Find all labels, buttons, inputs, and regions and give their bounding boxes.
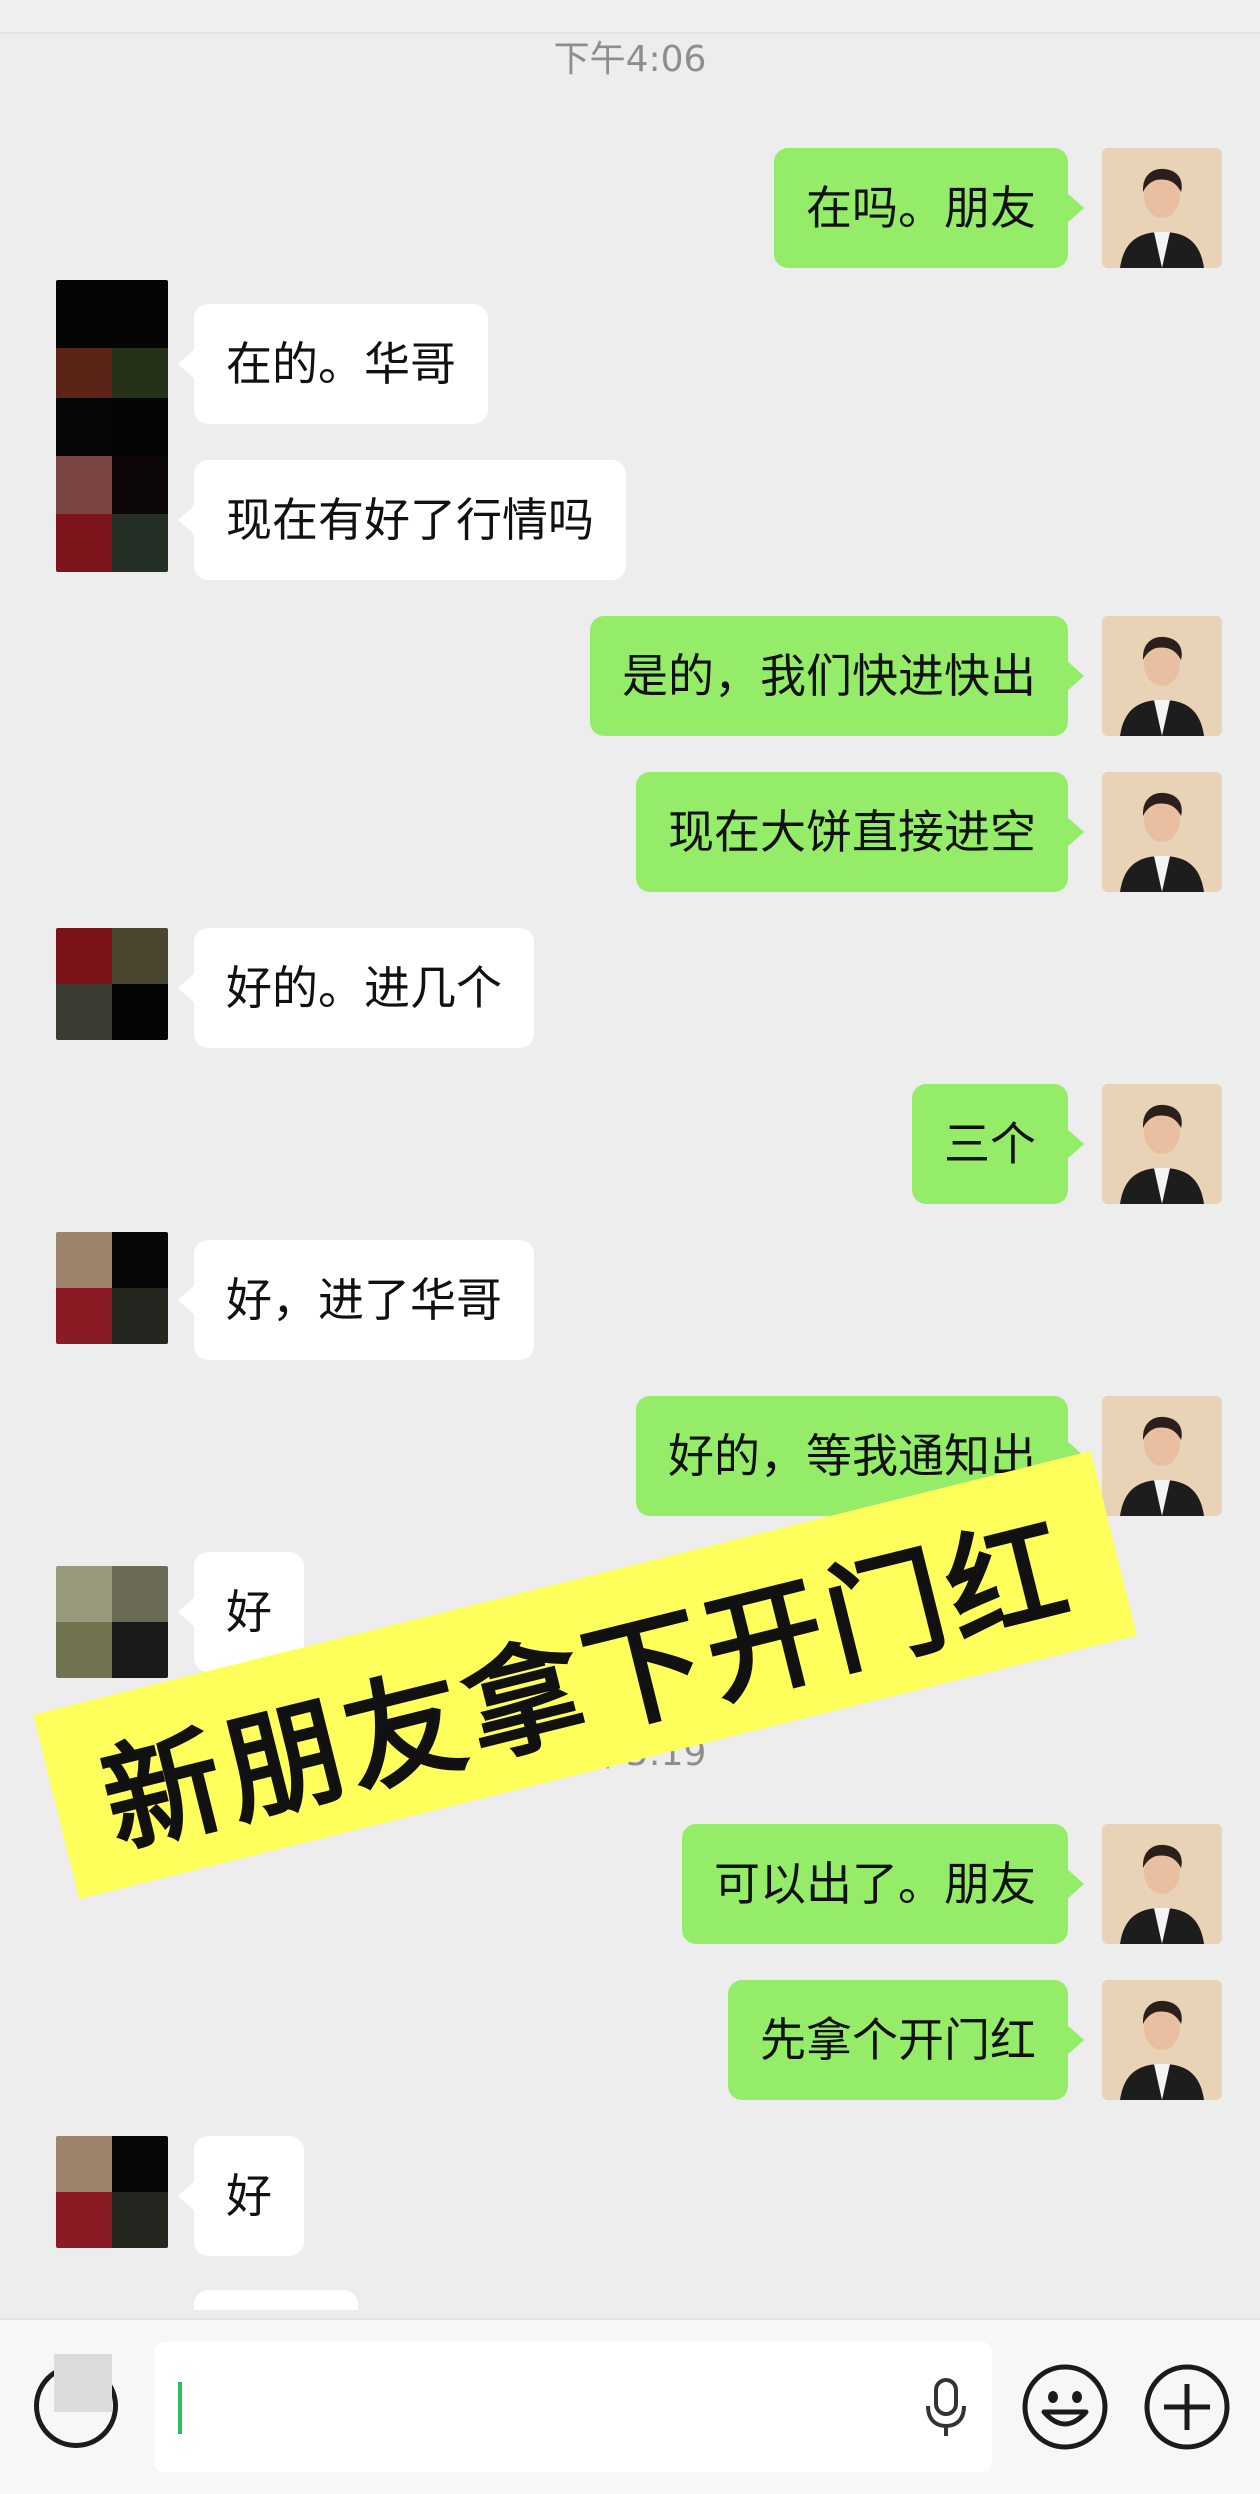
message-row: 好的。进几个 xyxy=(0,928,1260,1048)
my-avatar[interactable] xyxy=(1102,1084,1222,1204)
friend-avatar[interactable] xyxy=(56,1232,168,1344)
friend-avatar[interactable] xyxy=(56,2136,168,2248)
my-avatar[interactable] xyxy=(1102,1980,1222,2100)
partial-message-bubble xyxy=(194,2290,358,2310)
my-message-bubble[interactable]: 现在大饼直接进空 xyxy=(636,772,1084,892)
message-row: 好，进了华哥 xyxy=(0,1232,1260,1360)
message-row: 好 xyxy=(0,2136,1260,2256)
my-message-bubble[interactable]: 可以出了。朋友 xyxy=(682,1824,1084,1944)
my-message-bubble[interactable]: 在吗。朋友 xyxy=(774,148,1084,268)
my-message-bubble[interactable]: 先拿个开门红 xyxy=(728,1980,1084,2100)
my-avatar[interactable] xyxy=(1102,148,1222,268)
my-avatar[interactable] xyxy=(1102,772,1222,892)
input-bar xyxy=(0,2318,1260,2494)
my-avatar[interactable] xyxy=(1102,1824,1222,1944)
timestamp: 下午4:06 xyxy=(553,39,707,80)
friend-message-bubble[interactable]: 好 xyxy=(178,2136,304,2256)
my-message-bubble[interactable]: 是的，我们快进快出 xyxy=(590,616,1084,736)
my-avatar[interactable] xyxy=(1102,616,1222,736)
message-row: 现在大饼直接进空 xyxy=(0,772,1260,892)
friend-avatar[interactable] xyxy=(56,280,168,416)
text-caret xyxy=(178,2382,182,2434)
message-row: 在的。华哥 xyxy=(0,280,1260,424)
friend-message-bubble[interactable]: 现在有好了行情吗 xyxy=(178,460,626,580)
message-row: 三个 xyxy=(0,1084,1260,1204)
my-message-bubble[interactable]: 三个 xyxy=(912,1084,1084,1204)
chat-area[interactable]: 下午4:06 在吗。朋友 在的。华哥 现在有好了行情吗 是的，我们快进快出 现在… xyxy=(0,0,1260,2310)
friend-message-bubble[interactable]: 在的。华哥 xyxy=(178,304,488,424)
friend-message-bubble[interactable]: 好，进了华哥 xyxy=(178,1240,534,1360)
message-row: 先拿个开门红 xyxy=(0,1980,1260,2100)
blurred-cover xyxy=(54,2354,112,2412)
message-row: 现在有好了行情吗 xyxy=(0,398,1260,580)
friend-avatar[interactable] xyxy=(56,1566,168,1678)
friend-avatar[interactable] xyxy=(56,398,168,572)
message-row: 在吗。朋友 xyxy=(0,148,1260,268)
friend-avatar[interactable] xyxy=(56,928,168,1040)
message-input[interactable] xyxy=(154,2342,992,2472)
message-row: 是的，我们快进快出 xyxy=(0,616,1260,736)
emoji-icon[interactable] xyxy=(1020,2362,1110,2452)
friend-message-bubble[interactable]: 好的。进几个 xyxy=(178,928,534,1048)
plus-icon[interactable] xyxy=(1142,2362,1232,2452)
my-avatar[interactable] xyxy=(1102,1396,1222,1516)
mic-icon[interactable] xyxy=(916,2376,976,2440)
